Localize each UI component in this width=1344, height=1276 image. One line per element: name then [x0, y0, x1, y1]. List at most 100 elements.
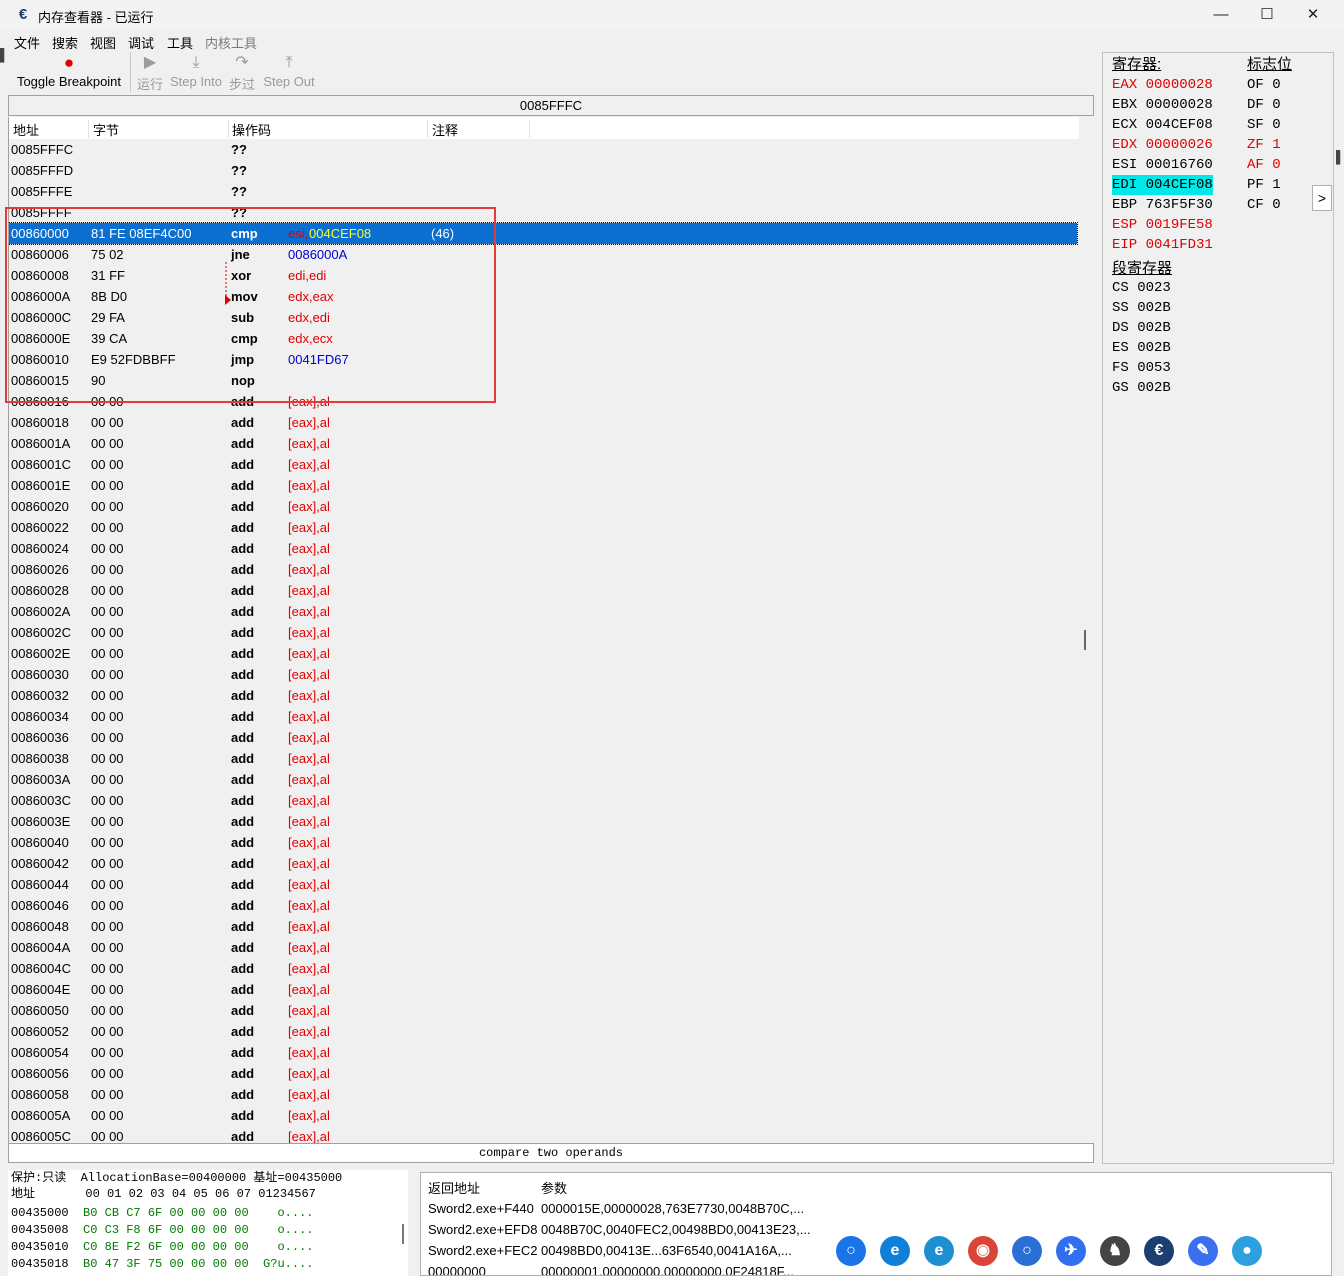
game-icon[interactable]: ♞: [1100, 1236, 1130, 1266]
disassembly-row[interactable]: 0086000E 39 CA cmp edx,ecx: [9, 328, 1077, 349]
disassembly-row[interactable]: 0086002C 00 00 add [eax],al: [9, 622, 1077, 643]
disassembly-row[interactable]: 0086004E 00 00 add [eax],al: [9, 979, 1077, 1000]
flag-df[interactable]: DF 0: [1247, 95, 1281, 115]
stack-return-address[interactable]: 00000000: [428, 1264, 486, 1275]
hex-line[interactable]: 00435018 B0 47 3F 75 00 00 00 00 G?u....: [11, 1256, 313, 1273]
flag-sf[interactable]: SF 0: [1247, 115, 1281, 135]
feishu-icon[interactable]: ✈: [1056, 1236, 1086, 1266]
stack-return-address[interactable]: Sword2.exe+EFD8: [428, 1222, 537, 1237]
disassembly-row[interactable]: 00860032 00 00 add [eax],al: [9, 685, 1077, 706]
chrome-icon[interactable]: ◉: [968, 1236, 998, 1266]
disassembly-row[interactable]: 00860046 00 00 add [eax],al: [9, 895, 1077, 916]
hex-line[interactable]: 00435008 C0 C3 F8 6F 00 00 00 00 o....: [11, 1222, 313, 1239]
disassembly-row[interactable]: 00860008 31 FF xor edi,edi: [9, 265, 1077, 286]
disassembly-row[interactable]: 00860022 00 00 add [eax],al: [9, 517, 1077, 538]
disassembly-row[interactable]: 00860026 00 00 add [eax],al: [9, 559, 1077, 580]
hex-line[interactable]: 00435000 B0 CB C7 6F 00 00 00 00 o....: [11, 1205, 313, 1222]
stack-params[interactable]: 00498BD0,00413E...63F6540,0041A16A,...: [541, 1243, 792, 1258]
register-ebp[interactable]: EBP 763F5F30: [1112, 195, 1213, 215]
col-params[interactable]: 参数: [541, 1178, 567, 1197]
disassembly-row[interactable]: 00860006 75 02 jne 0086000A: [9, 244, 1077, 265]
disassembly-row[interactable]: 0086003A 00 00 add [eax],al: [9, 769, 1077, 790]
disassembly-scrollbar[interactable]: [1080, 117, 1094, 1143]
segment-gs[interactable]: GS 002B: [1112, 378, 1171, 398]
disassembly-row[interactable]: 0085FFFC??: [9, 139, 1077, 160]
disassembly-row[interactable]: 00860056 00 00 add [eax],al: [9, 1063, 1077, 1084]
disassembly-row[interactable]: 00860024 00 00 add [eax],al: [9, 538, 1077, 559]
stack-params[interactable]: 00000001,00000000,00000000,0F24818F...: [541, 1264, 794, 1275]
disassembly-row[interactable]: 0086000C 29 FA sub edx,edi: [9, 307, 1077, 328]
disassembly-row[interactable]: 0086002A 00 00 add [eax],al: [9, 601, 1077, 622]
register-eip[interactable]: EIP 0041FD31: [1112, 235, 1213, 255]
register-edx[interactable]: EDX 00000026: [1112, 135, 1213, 155]
earth-icon[interactable]: ●: [1232, 1236, 1262, 1266]
disassembly-row[interactable]: 00860016 00 00 add [eax],al: [9, 391, 1077, 412]
disassembly-row[interactable]: 0086005C 00 00 add [eax],al: [9, 1126, 1077, 1143]
expand-button[interactable]: >: [1312, 185, 1332, 211]
flag-pf[interactable]: PF 1: [1247, 175, 1281, 195]
disassembly-row[interactable]: 00860052 00 00 add [eax],al: [9, 1021, 1077, 1042]
step-over-button[interactable]: ↷ 步过: [228, 52, 256, 92]
disassembly-row[interactable]: 00860054 00 00 add [eax],al: [9, 1042, 1077, 1063]
col-opcode[interactable]: 操作码: [232, 120, 428, 138]
register-ebx[interactable]: EBX 00000028: [1112, 95, 1213, 115]
disassembly-row[interactable]: 0085FFFD??: [9, 160, 1077, 181]
stack-return-address[interactable]: Sword2.exe+F440: [428, 1201, 534, 1216]
scrollbar-thumb[interactable]: [1084, 630, 1086, 650]
segment-cs[interactable]: CS 0023: [1112, 278, 1171, 298]
hex-line[interactable]: 00435010 C0 8E F2 6F 00 00 00 00 o....: [11, 1239, 313, 1256]
segment-es[interactable]: ES 002B: [1112, 338, 1171, 358]
disassembly-row[interactable]: 0086003E 00 00 add [eax],al: [9, 811, 1077, 832]
disassembly-row[interactable]: 00860050 00 00 add [eax],al: [9, 1000, 1077, 1021]
hex-scroll-thumb[interactable]: [402, 1224, 404, 1244]
disassembly-row[interactable]: 00860042 00 00 add [eax],al: [9, 853, 1077, 874]
step-into-button[interactable]: ⤓ Step Into: [168, 52, 224, 92]
col-bytes[interactable]: 字节: [93, 120, 229, 138]
flag-of[interactable]: OF 0: [1247, 75, 1281, 95]
disassembly-row[interactable]: 0085FFFF??: [9, 202, 1077, 223]
register-edi[interactable]: EDI 004CEF08: [1112, 175, 1213, 195]
disassembly-row[interactable]: 00860044 00 00 add [eax],al: [9, 874, 1077, 895]
disassembly-row[interactable]: 00860036 00 00 add [eax],al: [9, 727, 1077, 748]
flag-cf[interactable]: CF 0: [1247, 195, 1281, 215]
disassembly-row[interactable]: 00860020 00 00 add [eax],al: [9, 496, 1077, 517]
flag-zf[interactable]: ZF 1: [1247, 135, 1281, 155]
register-ecx[interactable]: ECX 004CEF08: [1112, 115, 1213, 135]
stack-params[interactable]: 0000015E,00000028,763E7730,0048B70C,...: [541, 1201, 804, 1216]
register-esp[interactable]: ESP 0019FE58: [1112, 215, 1213, 235]
register-esi[interactable]: ESI 00016760: [1112, 155, 1213, 175]
stack-return-address[interactable]: Sword2.exe+FEC2: [428, 1243, 537, 1258]
disassembly-row[interactable]: 0086004C 00 00 add [eax],al: [9, 958, 1077, 979]
flag-af[interactable]: AF 0: [1247, 155, 1281, 175]
disassembly-row[interactable]: 00860010 E9 52FDBBFF jmp 0041FD67: [9, 349, 1077, 370]
disassembly-row[interactable]: 00860028 00 00 add [eax],al: [9, 580, 1077, 601]
disassembly-row[interactable]: 0086003C 00 00 add [eax],al: [9, 790, 1077, 811]
close-button[interactable]: ✕: [1290, 0, 1336, 30]
segment-ss[interactable]: SS 002B: [1112, 298, 1171, 318]
disassembly-row[interactable]: 0086001E 00 00 add [eax],al: [9, 475, 1077, 496]
segment-ds[interactable]: DS 002B: [1112, 318, 1171, 338]
search-icon[interactable]: ○: [836, 1236, 866, 1266]
disassembly-row[interactable]: 0086000A 8B D0 mov edx,eax: [9, 286, 1077, 307]
hex-view[interactable]: 保护:只读 AllocationBase=00400000 基址=0043500…: [8, 1170, 408, 1276]
segment-fs[interactable]: FS 0053: [1112, 358, 1171, 378]
register-eax[interactable]: EAX 00000028: [1112, 75, 1213, 95]
disassembly-row[interactable]: 0086001A 00 00 add [eax],al: [9, 433, 1077, 454]
disassembly-row[interactable]: 00860058 00 00 add [eax],al: [9, 1084, 1077, 1105]
edge-beta-icon[interactable]: ○: [1012, 1236, 1042, 1266]
notes-icon[interactable]: ✎: [1188, 1236, 1218, 1266]
disassembly-row[interactable]: 0086005A 00 00 add [eax],al: [9, 1105, 1077, 1126]
col-return-address[interactable]: 返回地址: [428, 1178, 480, 1197]
disassembly-row[interactable]: 00860018 00 00 add [eax],al: [9, 412, 1077, 433]
col-comment[interactable]: 注释: [432, 120, 530, 138]
disassembly-row[interactable]: 0086001C 00 00 add [eax],al: [9, 454, 1077, 475]
disassembly-row[interactable]: 0086004A 00 00 add [eax],al: [9, 937, 1077, 958]
disassembly-row[interactable]: 00860048 00 00 add [eax],al: [9, 916, 1077, 937]
cheat-engine-icon[interactable]: €: [1144, 1236, 1174, 1266]
col-address[interactable]: 地址: [13, 120, 89, 138]
step-out-button[interactable]: ⤒ Step Out: [261, 52, 317, 92]
disassembly-row[interactable]: 0086002E 00 00 add [eax],al: [9, 643, 1077, 664]
disassembly-row[interactable]: 00860034 00 00 add [eax],al: [9, 706, 1077, 727]
edge-icon[interactable]: e: [880, 1236, 910, 1266]
disassembly-row[interactable]: 00860040 00 00 add [eax],al: [9, 832, 1077, 853]
